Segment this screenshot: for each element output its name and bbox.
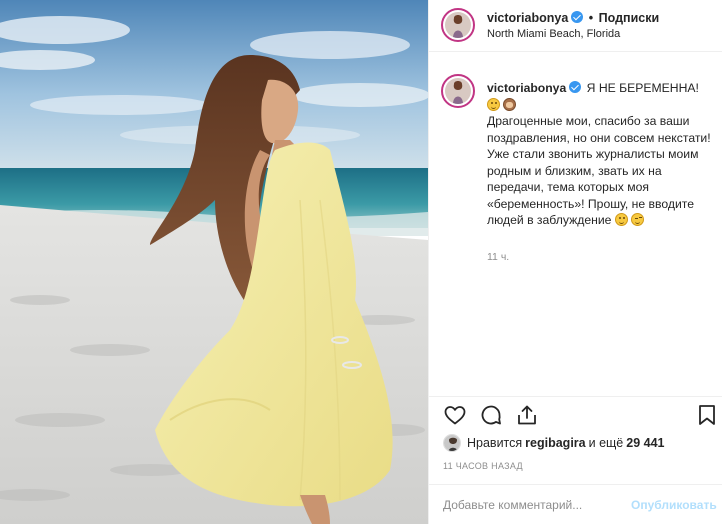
likes-prefix: Нравится bbox=[467, 436, 523, 450]
liker-avatar[interactable] bbox=[443, 434, 461, 452]
comment-input[interactable] bbox=[443, 495, 633, 515]
follow-button[interactable]: Подписки bbox=[599, 11, 660, 25]
location-link[interactable]: North Miami Beach, Florida bbox=[487, 28, 620, 40]
grimacing-face-emoji-icon bbox=[631, 213, 645, 226]
smiling-face-emoji-icon bbox=[487, 97, 500, 111]
caption-body: Драгоценные мои, спасибо за ваши поздрав… bbox=[487, 114, 711, 227]
verified-badge-icon bbox=[569, 81, 582, 93]
publish-button[interactable]: Опубликовать bbox=[631, 498, 717, 512]
heart-icon bbox=[444, 406, 466, 425]
see-no-evil-monkey-emoji-icon bbox=[503, 97, 517, 111]
comment-form: Опубликовать bbox=[429, 484, 722, 524]
like-button[interactable] bbox=[443, 403, 467, 427]
verified-badge-icon bbox=[571, 11, 584, 23]
caption-title: Я НЕ БЕРЕМЕННА! bbox=[586, 81, 699, 95]
liker-username[interactable]: regibagira bbox=[525, 436, 585, 450]
caption-author-avatar[interactable] bbox=[441, 74, 475, 108]
header-user-line: victoriabonya • Подписки bbox=[487, 11, 659, 25]
header-username[interactable]: victoriabonya bbox=[487, 11, 568, 25]
likes-summary: Нравится regibagira и ещё 29 441 bbox=[443, 434, 665, 452]
action-bar bbox=[429, 396, 722, 432]
bookmark-icon bbox=[699, 405, 715, 425]
beach-photo-illustration bbox=[0, 0, 428, 524]
caption-time: 11 ч. bbox=[487, 251, 510, 263]
liker-avatar-image bbox=[444, 435, 460, 451]
likes-count[interactable]: 29 441 bbox=[626, 436, 664, 450]
avatar-image bbox=[445, 78, 471, 104]
comment-button[interactable] bbox=[479, 403, 503, 427]
post-sidebar: victoriabonya • Подписки North Miami Bea… bbox=[428, 0, 722, 524]
post-photo[interactable] bbox=[0, 0, 428, 524]
likes-middle: и ещё bbox=[588, 436, 624, 450]
header-separator: • bbox=[588, 11, 594, 25]
avatar-image bbox=[445, 12, 471, 38]
comment-icon bbox=[481, 405, 501, 425]
smiling-face-emoji-icon bbox=[614, 213, 628, 226]
save-button[interactable] bbox=[695, 403, 719, 427]
author-avatar[interactable] bbox=[441, 8, 475, 42]
share-button[interactable] bbox=[515, 403, 539, 427]
caption-username[interactable]: victoriabonya bbox=[487, 81, 566, 95]
post-timestamp: 11 ЧАСОВ НАЗАД bbox=[443, 461, 523, 471]
share-icon bbox=[518, 405, 536, 425]
post-header: victoriabonya • Подписки North Miami Bea… bbox=[429, 0, 722, 52]
post-caption: victoriabonya Я НЕ БЕРЕМЕННА! Драгоценны… bbox=[487, 80, 715, 229]
